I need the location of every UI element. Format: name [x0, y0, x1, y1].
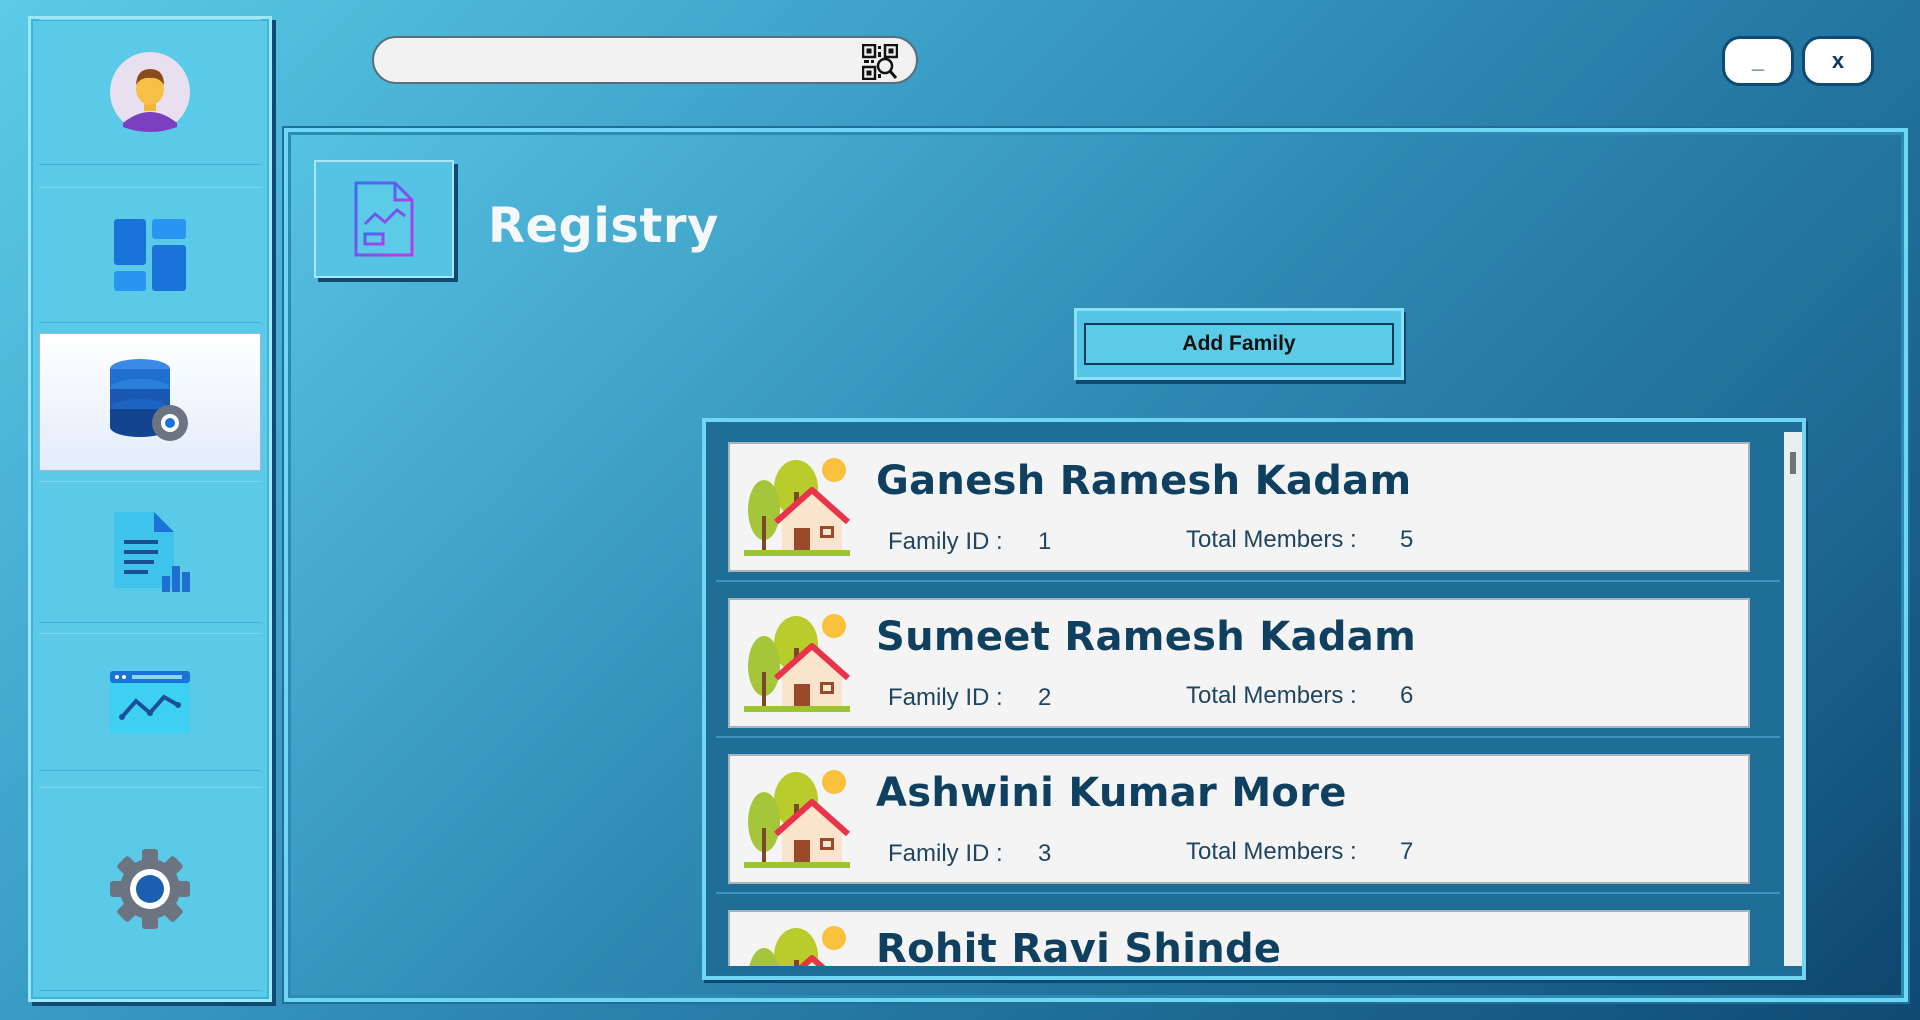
total-members-value: 5: [1400, 526, 1414, 553]
family-list-viewport[interactable]: Ganesh Ramesh Kadam Family ID : 1 Total …: [716, 432, 1780, 966]
house-icon: [744, 614, 850, 712]
gear-icon: [110, 849, 190, 929]
total-members-label: Total Members :: [1186, 838, 1357, 865]
family-id-value: 2: [1038, 684, 1052, 711]
sidebar-item-dashboard[interactable]: [39, 187, 261, 323]
sidebar-item-reports[interactable]: [39, 481, 261, 623]
family-id-label: Family ID :: [888, 684, 1003, 711]
qr-scan-icon[interactable]: [862, 44, 898, 80]
report-document-chart-icon: [354, 181, 414, 257]
user-avatar-icon: [110, 52, 190, 132]
sidebar-item-settings[interactable]: [39, 787, 261, 991]
family-name: Sumeet Ramesh Kadam: [876, 614, 1417, 660]
house-icon: [744, 770, 850, 868]
analytics-chart-icon: [110, 671, 190, 733]
main-panel: Registry Add Family Ganesh Ramesh Kadam …: [284, 128, 1908, 1002]
house-icon: [744, 458, 850, 556]
family-row: Rohit Ravi Shinde: [716, 900, 1780, 966]
family-row: Ashwini Kumar More Family ID : 3 Total M…: [716, 744, 1780, 894]
family-name: Ashwini Kumar More: [876, 770, 1347, 816]
family-list: Ganesh Ramesh Kadam Family ID : 1 Total …: [702, 418, 1806, 980]
family-name: Rohit Ravi Shinde: [876, 926, 1282, 966]
family-card[interactable]: Rohit Ravi Shinde: [728, 910, 1750, 966]
search-input[interactable]: [392, 46, 836, 76]
family-id-label: Family ID :: [888, 840, 1003, 867]
total-members-value: 7: [1400, 838, 1414, 865]
family-card[interactable]: Ganesh Ramesh Kadam Family ID : 1 Total …: [728, 442, 1750, 572]
family-card[interactable]: Sumeet Ramesh Kadam Family ID : 2 Total …: [728, 598, 1750, 728]
house-icon: [749, 926, 846, 966]
family-card[interactable]: Ashwini Kumar More Family ID : 3 Total M…: [728, 754, 1750, 884]
dashboard-icon: [114, 219, 186, 291]
sidebar-item-analytics[interactable]: [39, 633, 261, 771]
database-settings-icon: [110, 359, 188, 441]
family-name: Ganesh Ramesh Kadam: [876, 458, 1412, 504]
close-button[interactable]: x: [1802, 36, 1874, 86]
family-id-value: 1: [1038, 528, 1052, 555]
add-family-button[interactable]: Add Family: [1074, 308, 1404, 380]
page-title: Registry: [488, 198, 719, 254]
add-family-label: Add Family: [1084, 323, 1394, 365]
total-members-value: 6: [1400, 682, 1414, 709]
report-document-icon: [114, 512, 190, 592]
sidebar-item-registry[interactable]: [39, 333, 261, 471]
family-row: Sumeet Ramesh Kadam Family ID : 2 Total …: [716, 588, 1780, 738]
minimize-button[interactable]: _: [1722, 36, 1794, 86]
search-bar: [372, 36, 918, 84]
sidebar: [28, 16, 272, 1002]
list-scrollbar[interactable]: [1784, 432, 1802, 966]
family-row: Ganesh Ramesh Kadam Family ID : 1 Total …: [716, 432, 1780, 582]
registry-icon-box: [314, 160, 454, 278]
family-id-value: 3: [1038, 840, 1052, 867]
sidebar-item-profile[interactable]: [39, 19, 261, 165]
family-id-label: Family ID :: [888, 528, 1003, 555]
total-members-label: Total Members :: [1186, 682, 1357, 709]
scrollbar-thumb[interactable]: [1790, 452, 1796, 474]
total-members-label: Total Members :: [1186, 526, 1357, 553]
